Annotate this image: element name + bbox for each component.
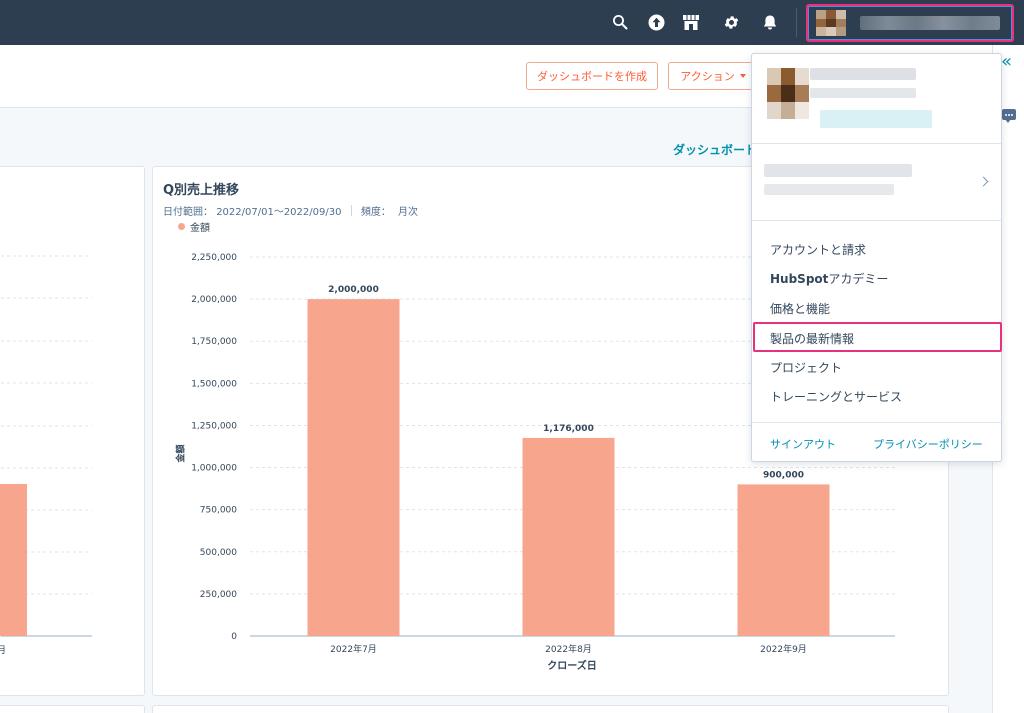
portal-name-blurred (764, 164, 912, 177)
partial-chart: 月 (0, 255, 92, 656)
menu-item-pricing-features[interactable]: 価格と機能 (770, 300, 830, 317)
double-chevron-left-icon[interactable]: « (1001, 53, 1012, 71)
actions-dropdown-button[interactable]: アクション (668, 62, 758, 90)
report-title[interactable]: Q別売上推移 (163, 179, 239, 198)
frequency-value: 月次 (398, 207, 419, 218)
report-card-below (152, 705, 949, 713)
account-menu-button[interactable] (806, 4, 1014, 42)
date-range-label: 日付範囲： (163, 207, 213, 218)
upgrade-arrow-icon[interactable] (646, 12, 666, 32)
report-meta: 日付範囲： 2022/07/01〜2022/09/30 頻度： 月次 (163, 203, 418, 218)
portal-id-blurred (764, 184, 894, 195)
account-name-blurred (860, 16, 1000, 30)
profile-section[interactable] (752, 54, 1001, 144)
frequency-label: 頻度： (360, 207, 391, 218)
nav-divider (796, 8, 797, 37)
report-card-below-left (0, 705, 145, 713)
meta-separator (350, 205, 352, 216)
menu-item-academy-brand: HubSpot (770, 272, 829, 286)
menu-item-account-billing[interactable]: アカウントと請求 (770, 241, 866, 258)
highlight-box-product-updates (753, 322, 1002, 352)
profile-email-blurred (810, 88, 916, 98)
legend-label: 金額 (190, 223, 210, 234)
profile-avatar (767, 68, 809, 119)
privacy-policy-link[interactable]: プライバシーポリシー (873, 436, 983, 452)
search-icon[interactable] (610, 12, 630, 32)
report-card-partial[interactable]: 月 (0, 166, 145, 696)
x-tick-label-partial: 月 (0, 645, 6, 656)
chart-bar-partial (0, 484, 27, 636)
gear-icon[interactable] (721, 12, 741, 32)
dashboard-link[interactable]: ダッシュボード (673, 141, 757, 158)
menu-item-academy-rest: アカデミー (828, 272, 889, 286)
marketplace-icon[interactable] (681, 12, 701, 32)
caret-down-icon (739, 74, 746, 78)
create-dashboard-button[interactable]: ダッシュボードを作成 (526, 62, 658, 90)
avatar (816, 10, 846, 37)
y-axis-label: 金額 (176, 444, 187, 463)
top-navigation (0, 0, 1024, 45)
profile-link-blurred (820, 110, 932, 128)
menu-item-projects[interactable]: プロジェクト (770, 359, 842, 376)
chart-legend[interactable]: 金額 (178, 219, 210, 234)
bell-icon[interactable] (760, 12, 780, 32)
account-dropdown-menu: アカウントと請求 HubSpotアカデミー 価格と機能 製品の最新情報 プロジェ… (751, 53, 1002, 462)
profile-name-blurred (810, 68, 916, 80)
legend-swatch (178, 223, 185, 230)
date-range-value: 2022/07/01〜2022/09/30 (216, 207, 342, 218)
chevron-right-icon (978, 176, 989, 187)
menu-item-training-services[interactable]: トレーニングとサービス (770, 388, 902, 405)
sign-out-link[interactable]: サインアウト (770, 436, 836, 452)
portal-switcher[interactable] (752, 144, 1001, 221)
menu-item-hubspot-academy[interactable]: HubSpotアカデミー (770, 270, 888, 287)
comment-icon[interactable] (1002, 109, 1016, 123)
menu-footer-divider (752, 422, 1001, 423)
